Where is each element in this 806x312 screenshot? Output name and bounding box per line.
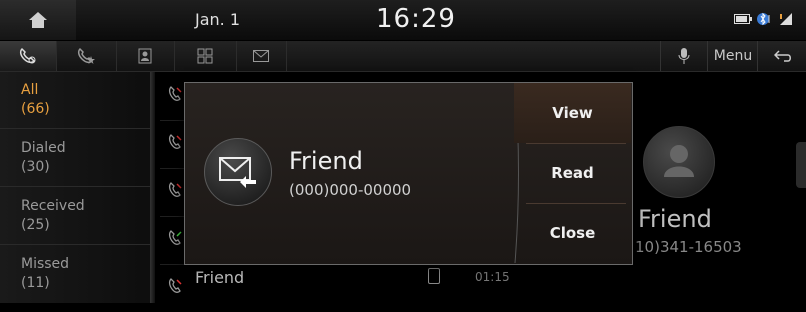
panel-handle[interactable] (796, 142, 806, 188)
read-button[interactable]: Read (514, 143, 631, 203)
keypad-icon (197, 48, 213, 64)
category-dialed[interactable]: Dialed (30) (0, 130, 150, 187)
category-label: Received (21, 198, 85, 214)
incoming-message-badge (204, 138, 272, 206)
close-button[interactable]: Close (514, 203, 631, 263)
category-divider (150, 72, 155, 303)
date-text: Jan. 1 (195, 10, 241, 29)
contacts-icon (138, 48, 152, 64)
back-arrow-icon (773, 50, 791, 62)
view-button[interactable]: View (514, 83, 631, 143)
category-label: Dialed (21, 140, 66, 156)
battery-icon (734, 14, 752, 24)
category-count: (11) (21, 275, 50, 291)
category-label: All (21, 82, 39, 98)
back-button[interactable] (757, 41, 806, 71)
contact-avatar (643, 126, 715, 198)
category-missed[interactable]: Missed (11) (0, 246, 150, 303)
call-category-list: All (66) Dialed (30) Received (25) Misse… (0, 72, 155, 303)
home-icon (29, 12, 47, 28)
popup-action-list: View Read Close (514, 83, 631, 263)
menu-button[interactable]: Menu (707, 41, 758, 71)
voice-recognition-button[interactable] (660, 41, 707, 71)
message-icon (253, 50, 269, 62)
category-all[interactable]: All (66) (0, 72, 150, 129)
category-label: Missed (21, 256, 70, 272)
contact-name: Friend (638, 205, 712, 233)
list-item-time: 01:15 (475, 270, 510, 284)
favorite-call-icon (77, 47, 95, 64)
category-count: (30) (21, 159, 50, 175)
tab-favorites[interactable] (56, 41, 117, 71)
incoming-message-icon (219, 157, 256, 188)
microphone-icon (678, 48, 690, 64)
missed-call-icon (168, 278, 182, 293)
call-history-icon (19, 47, 36, 64)
list-item-name: Friend (195, 268, 245, 287)
tab-contacts[interactable] (116, 41, 175, 71)
bluetooth-audio-icon (757, 12, 770, 26)
status-icons (734, 11, 794, 27)
category-received[interactable]: Received (25) (0, 188, 150, 245)
tab-messages[interactable] (236, 41, 287, 71)
tab-call-history[interactable] (0, 41, 57, 71)
home-button[interactable] (0, 0, 76, 40)
person-icon (664, 145, 694, 177)
contact-number: 10)341-16503 (635, 238, 742, 256)
popup-sender-number: (000)000-00000 (289, 181, 412, 199)
clock-text: 16:29 (376, 4, 456, 34)
missed-call-icon (168, 182, 182, 197)
category-count: (25) (21, 217, 50, 233)
tab-keypad[interactable] (174, 41, 237, 71)
missed-call-icon (168, 86, 182, 101)
mobile-phone-icon (428, 268, 440, 284)
popup-sender-name: Friend (289, 147, 363, 175)
category-count: (66) (21, 101, 50, 117)
signal-icon (780, 13, 792, 25)
received-call-icon (168, 230, 182, 245)
missed-call-icon (168, 134, 182, 149)
